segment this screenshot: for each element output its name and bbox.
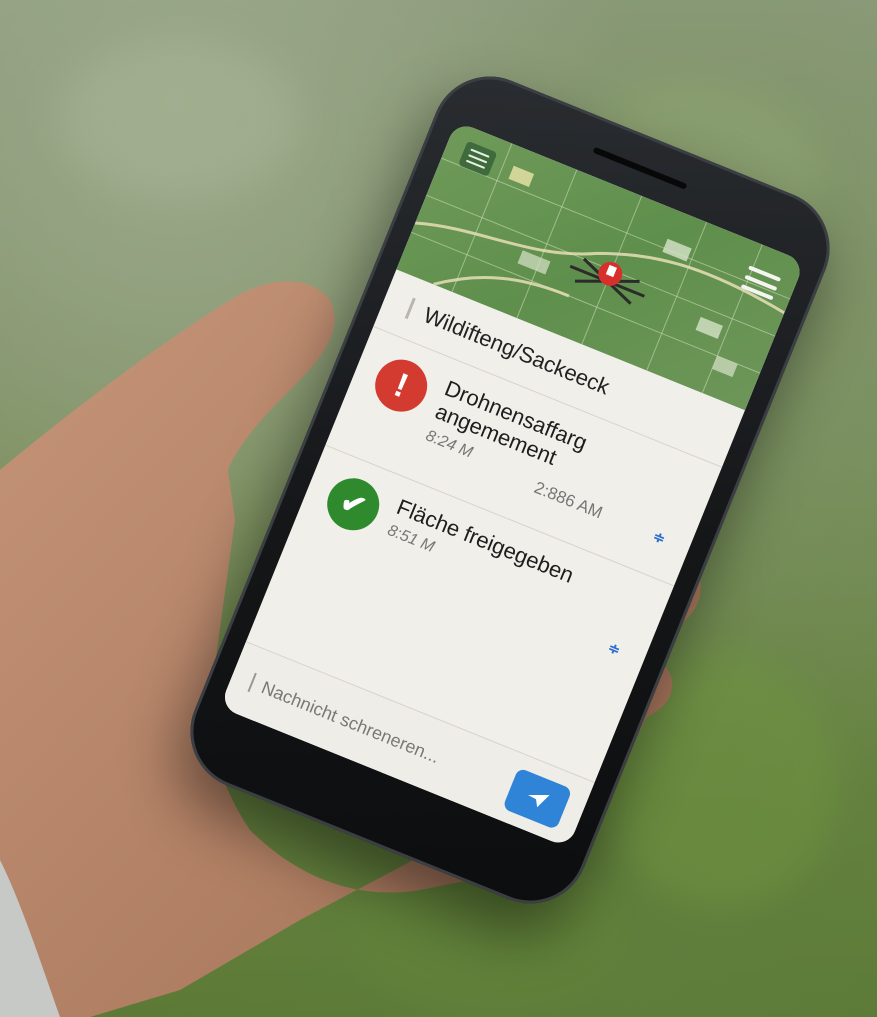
text-cursor xyxy=(247,672,257,693)
send-button[interactable] xyxy=(502,767,573,830)
alert-exclamation-icon: ! xyxy=(367,351,436,420)
send-icon xyxy=(528,794,550,808)
header-divider xyxy=(404,297,416,319)
read-status-icon: ≑ xyxy=(605,639,623,659)
read-status-icon: ≑ xyxy=(650,527,668,547)
check-icon: ✔ xyxy=(319,470,388,539)
